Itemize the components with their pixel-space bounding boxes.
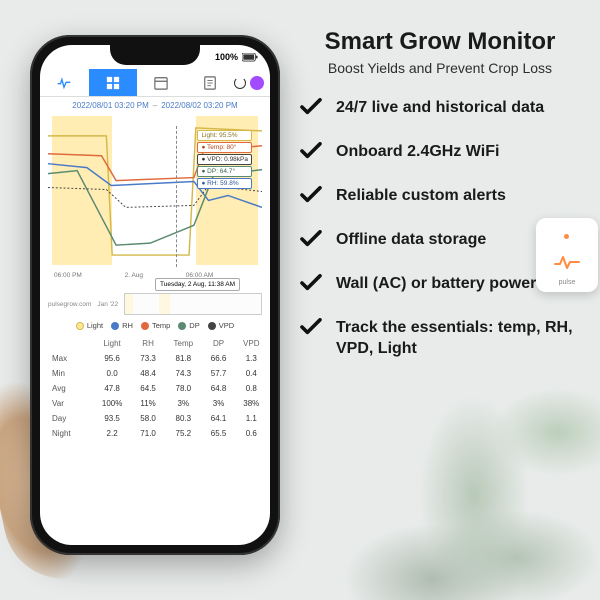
feature-item: 24/7 live and historical data	[300, 98, 580, 120]
battery-percent: 100%	[215, 52, 238, 62]
tab-pulse[interactable]	[40, 69, 89, 96]
table-row: Max95.673.381.866.61.3	[42, 351, 268, 366]
feature-text: Onboard 2.4GHz WiFi	[336, 142, 499, 163]
table-row: Avg47.864.578.064.80.8	[42, 381, 268, 396]
label-dp: ● DP: 64.7°	[197, 166, 252, 177]
legend-rh[interactable]: RH	[111, 321, 133, 330]
legend-dp[interactable]: DP	[178, 321, 199, 330]
feature-item: Track the essentials: temp, RH, VPD, Lig…	[300, 318, 580, 360]
table-header-row: Light RH Temp DP VPD	[42, 336, 268, 351]
label-rh: ● RH: 59.8%	[197, 178, 252, 189]
hover-tooltip: Tuesday, 2 Aug, 11:38 AM	[155, 278, 240, 291]
table-row: Day93.558.080.364.11.1	[42, 411, 268, 426]
check-icon	[300, 318, 322, 340]
tab-notes[interactable]	[186, 69, 235, 96]
date-range[interactable]: 2022/08/01 03:20 PM – 2022/08/02 03:20 P…	[40, 97, 270, 114]
table-row: Var100%11%3%3%38%	[42, 396, 268, 411]
overview-minimap[interactable]	[124, 293, 262, 315]
feature-text: Track the essentials: temp, RH, VPD, Lig…	[336, 318, 580, 360]
overview-tick: Jan '22	[97, 301, 118, 308]
feature-text: Reliable custom alerts	[336, 186, 506, 207]
tab-calendar[interactable]	[137, 69, 186, 96]
chart-legend: Light RH Temp DP VPD	[40, 317, 270, 334]
battery-icon	[242, 53, 258, 62]
label-light: Light: 95.5%	[197, 130, 252, 141]
feature-item: Reliable custom alerts	[300, 186, 580, 208]
crosshair	[176, 126, 177, 267]
feature-item: Onboard 2.4GHz WiFi	[300, 142, 580, 164]
table-row: Night2.271.075.265.50.6	[42, 426, 268, 441]
check-icon	[300, 274, 322, 296]
product-title: Smart Grow Monitor	[300, 28, 580, 56]
tab-dashboard[interactable]	[89, 69, 138, 96]
check-icon	[300, 186, 322, 208]
legend-vpd[interactable]: VPD	[208, 321, 234, 330]
device-brand: pulse	[536, 279, 598, 286]
feature-text: Offline data storage	[336, 230, 486, 251]
table-row: Min0.048.474.357.70.4	[42, 366, 268, 381]
pulse-device-image: pulse	[536, 218, 598, 292]
main-chart[interactable]: Light: 95.5% ● Temp: 80° ● VPD: 0.98kPa …	[48, 116, 262, 291]
domain-label: pulsegrow.com	[48, 301, 91, 308]
phone-notch	[110, 43, 200, 65]
pulse-logo-icon	[554, 254, 580, 270]
product-subtitle: Boost Yields and Prevent Crop Loss	[300, 60, 580, 76]
phone-mock: 100% 2022/08/01 03:20 PM – 20	[30, 35, 280, 555]
date-to: 2022/08/02 03:20 PM	[161, 101, 238, 110]
top-tabs	[40, 69, 270, 97]
check-icon	[300, 98, 322, 120]
check-icon	[300, 230, 322, 252]
date-from: 2022/08/01 03:20 PM	[72, 101, 149, 110]
chat-icon[interactable]	[250, 76, 264, 90]
label-temp: ● Temp: 80°	[197, 142, 252, 153]
legend-temp[interactable]: Temp	[141, 321, 170, 330]
label-vpd: ● VPD: 0.98kPa	[197, 154, 252, 165]
legend-light[interactable]: Light	[76, 321, 103, 330]
check-icon	[300, 142, 322, 164]
phone-screen: 100% 2022/08/01 03:20 PM – 20	[40, 45, 270, 545]
stats-table: Light RH Temp DP VPD Max95.673.381.866.6…	[42, 336, 268, 441]
feature-text: Wall (AC) or battery power	[336, 274, 536, 295]
refresh-icon[interactable]	[234, 77, 246, 89]
overview-row: pulsegrow.com Jan '22	[48, 293, 262, 315]
chart-data-labels: Light: 95.5% ● Temp: 80° ● VPD: 0.98kPa …	[197, 130, 252, 189]
feature-text: 24/7 live and historical data	[336, 98, 544, 119]
marketing-panel: Smart Grow Monitor Boost Yields and Prev…	[300, 28, 580, 360]
